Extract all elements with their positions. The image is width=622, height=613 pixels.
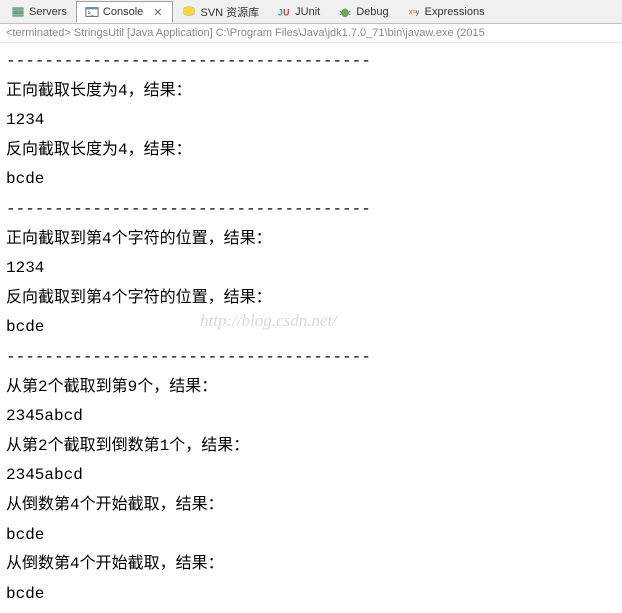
console-line: 从倒数第4个开始截取，结果： <box>6 491 616 521</box>
console-line: 从第2个截取到第9个，结果： <box>6 373 616 403</box>
junit-icon: JU <box>277 5 291 19</box>
tab-label: Console <box>103 6 143 18</box>
tab-expressions[interactable]: x=y Expressions <box>398 1 494 23</box>
svg-text:y: y <box>415 9 419 16</box>
tab-label: SVN 资源库 <box>200 4 259 20</box>
expressions-icon: x=y <box>407 5 421 19</box>
tab-label: Debug <box>356 6 388 18</box>
console-line: 从第2个截取到倒数第1个，结果： <box>6 432 616 462</box>
svg-text:U: U <box>283 7 289 17</box>
close-icon[interactable]: ✕ <box>151 6 164 19</box>
svg-text:>_: >_ <box>88 11 94 17</box>
console-line: bcde <box>6 580 616 610</box>
tab-console[interactable]: >_ Console ✕ <box>76 1 174 23</box>
tabs-bar: Servers >_ Console ✕ SVN 资源库 JU JUnit De… <box>0 0 622 24</box>
console-line: -------------------------------------- <box>6 343 616 373</box>
tab-junit[interactable]: JU JUnit <box>268 1 329 23</box>
console-line: 正向截取到第4个字符的位置，结果： <box>6 225 616 255</box>
console-line: -------------------------------------- <box>6 195 616 225</box>
svn-icon <box>182 5 196 19</box>
debug-icon <box>338 5 352 19</box>
console-line: bcde <box>6 313 616 343</box>
console-line: 1234 <box>6 254 616 284</box>
console-line: 1234 <box>6 106 616 136</box>
tab-svn[interactable]: SVN 资源库 <box>173 1 268 23</box>
output-content: --------------------------------------正向… <box>6 47 616 609</box>
svg-text:J: J <box>278 7 283 17</box>
console-output-area: http://blog.csdn.net/ ------------------… <box>0 43 622 613</box>
console-status-header: <terminated> StringsUtil [Java Applicati… <box>0 24 622 43</box>
tab-label: Expressions <box>425 6 485 18</box>
servers-icon <box>11 5 25 19</box>
console-icon: >_ <box>85 5 99 19</box>
tab-servers[interactable]: Servers <box>2 1 76 23</box>
console-line: 反向截取长度为4，结果： <box>6 136 616 166</box>
console-line: -------------------------------------- <box>6 47 616 77</box>
console-line: 正向截取长度为4，结果： <box>6 77 616 107</box>
console-line: 从倒数第4个开始截取，结果： <box>6 550 616 580</box>
console-line: bcde <box>6 165 616 195</box>
console-line: 2345abcd <box>6 402 616 432</box>
console-line: bcde <box>6 521 616 551</box>
tab-label: JUnit <box>295 6 320 18</box>
tab-debug[interactable]: Debug <box>329 1 397 23</box>
tab-label: Servers <box>29 6 67 18</box>
console-line: 反向截取到第4个字符的位置，结果： <box>6 284 616 314</box>
console-line: 2345abcd <box>6 461 616 491</box>
